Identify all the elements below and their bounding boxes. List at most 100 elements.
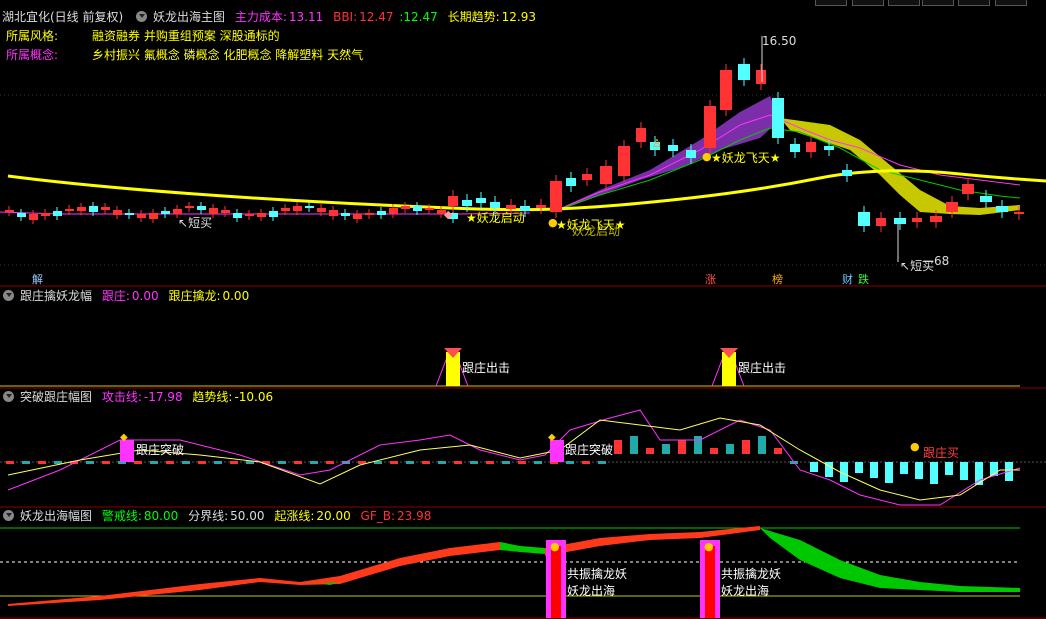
money-bag-icon: ● bbox=[548, 216, 558, 229]
candle bbox=[413, 206, 422, 211]
panel4-c-label: 起涨线: bbox=[274, 509, 315, 523]
panel2-a-value: 0.00 bbox=[131, 289, 159, 303]
panel3-bar bbox=[198, 461, 206, 464]
candle bbox=[912, 218, 922, 222]
tag-bang[interactable]: 榜 bbox=[772, 271, 783, 287]
launch-label-1: ★妖龙启动 bbox=[466, 211, 525, 225]
panel3-bar bbox=[182, 461, 190, 464]
style-value: 融资融券 并购重组预案 深股通标的 bbox=[92, 29, 280, 43]
panel4-name[interactable]: 妖龙出海幅图 bbox=[20, 509, 92, 523]
panel3-bar bbox=[422, 461, 430, 464]
candle bbox=[341, 213, 350, 216]
panel3-neg-bar bbox=[915, 462, 923, 479]
panel3-a-label: 攻击线: bbox=[101, 390, 142, 404]
dropdown-icon[interactable] bbox=[136, 11, 148, 22]
panel3-bar bbox=[102, 461, 110, 464]
candle bbox=[772, 98, 784, 138]
short-buy-right: ↖短买 bbox=[900, 259, 935, 273]
panel3-bar bbox=[22, 461, 30, 464]
panel2-signal-2: 跟庄出击 bbox=[738, 361, 787, 375]
candle bbox=[221, 210, 230, 213]
price-high-label: 16.50 bbox=[762, 34, 797, 48]
candle bbox=[125, 213, 134, 215]
dropdown-icon[interactable] bbox=[3, 391, 14, 402]
panel3-bar bbox=[454, 461, 462, 464]
candle bbox=[876, 218, 886, 226]
panel2-header: 跟庄擒妖龙幅 跟庄: 0.00 跟庄擒龙: 0.00 bbox=[0, 287, 255, 305]
panel4-signal-2b: 妖龙出海 bbox=[721, 584, 770, 598]
tag-zhang[interactable]: 涨 bbox=[705, 271, 716, 287]
panel3-a-value: -17.98 bbox=[143, 390, 183, 404]
panel3-bar bbox=[326, 461, 334, 464]
panel3-name[interactable]: 突破跟庄幅图 bbox=[20, 390, 92, 404]
panel4-b-label: 分界线: bbox=[188, 509, 229, 523]
panel3-bar bbox=[646, 448, 654, 454]
candle bbox=[490, 202, 500, 208]
gf-green-band-3 bbox=[760, 528, 1020, 592]
panel3-bar bbox=[630, 436, 638, 454]
panel3-bar bbox=[726, 444, 734, 454]
candle bbox=[1014, 212, 1024, 214]
style-row: 所属风格: 融资融券 并购重组预案 深股通标的 bbox=[6, 27, 286, 45]
panel3-bar bbox=[502, 461, 510, 464]
candle bbox=[842, 170, 852, 176]
panel3-bar bbox=[566, 461, 574, 464]
panel3-bar bbox=[310, 461, 318, 464]
gf-green-band-2 bbox=[500, 542, 545, 554]
panel3-neg-bar bbox=[930, 462, 938, 484]
candle bbox=[566, 178, 576, 186]
panel4-c-value: 20.00 bbox=[316, 509, 351, 523]
panel3-b-label: 趋势线: bbox=[192, 390, 233, 404]
diamond-icon: ◆ bbox=[444, 208, 453, 221]
tag-jie[interactable]: 解 bbox=[32, 271, 43, 287]
panel3-bar bbox=[214, 461, 222, 464]
dropdown-icon[interactable] bbox=[3, 290, 14, 301]
concept-value: 乡村振兴 氟概念 磷概念 化肥概念 降解塑料 天然气 bbox=[92, 48, 364, 62]
bbi-value-2: :12.47 bbox=[399, 10, 438, 24]
money-bag-icon: ● bbox=[550, 540, 560, 553]
trend-label: 长期趋势: bbox=[447, 10, 500, 24]
short-buy-left-text: 短买 bbox=[188, 216, 213, 230]
tag-cai[interactable]: 财 bbox=[842, 271, 853, 287]
panel3-signal-3: 跟庄买 bbox=[923, 446, 960, 460]
dropdown-icon[interactable] bbox=[3, 510, 14, 521]
panel2-name[interactable]: 跟庄擒妖龙幅 bbox=[20, 289, 92, 303]
panel3-bar bbox=[230, 461, 238, 464]
candle bbox=[377, 211, 386, 215]
panel3-sig-bar-2 bbox=[550, 440, 564, 462]
panel4-d-label: GF_B: bbox=[360, 509, 396, 523]
candle bbox=[425, 208, 434, 210]
main-cost-label: 主力成本: bbox=[234, 10, 287, 24]
diamond-icon: ◆ bbox=[120, 432, 128, 443]
panel2-a-label: 跟庄: bbox=[101, 289, 130, 303]
panel3-bar bbox=[438, 461, 446, 464]
panel3-bar bbox=[534, 461, 542, 464]
candle bbox=[704, 106, 716, 148]
panel3-bar bbox=[582, 461, 590, 464]
bbi-label: BBI: bbox=[333, 10, 358, 24]
panel4-header: 妖龙出海幅图 警戒线: 80.00 分界线: 50.00 起涨线: 20.00 GF_… bbox=[0, 507, 437, 525]
indicator-name[interactable]: 妖龙出海主图 bbox=[153, 10, 225, 24]
panel3-sig-bar-1 bbox=[120, 440, 134, 462]
panel3-b-value: -10.06 bbox=[234, 390, 274, 404]
candle bbox=[448, 196, 458, 206]
candle bbox=[756, 70, 766, 84]
chart-canvas[interactable] bbox=[0, 0, 1046, 619]
diamond-icon: ◆ bbox=[548, 432, 556, 443]
panel3-bar bbox=[6, 461, 14, 464]
panel3-header: 突破跟庄幅图 攻击线: -17.98 趋势线: -10.06 bbox=[0, 388, 279, 406]
panel3-bar bbox=[742, 440, 750, 454]
stock-title[interactable]: 湖北宜化(日线 前复权) bbox=[2, 10, 123, 24]
tag-die[interactable]: 跌 bbox=[858, 271, 869, 287]
candle bbox=[197, 206, 206, 210]
candle bbox=[686, 150, 696, 158]
candle bbox=[101, 207, 110, 210]
panel3-bar bbox=[150, 461, 158, 464]
candle bbox=[65, 209, 74, 211]
panel3-signal-1: 跟庄突破 bbox=[136, 443, 185, 457]
short-buy-left: ↖短买 bbox=[178, 216, 213, 230]
panel3-neg-bar bbox=[870, 462, 878, 478]
candle bbox=[89, 206, 98, 212]
fly-label-text: 妖龙飞天 bbox=[721, 151, 770, 165]
panel3-bar bbox=[390, 461, 398, 464]
